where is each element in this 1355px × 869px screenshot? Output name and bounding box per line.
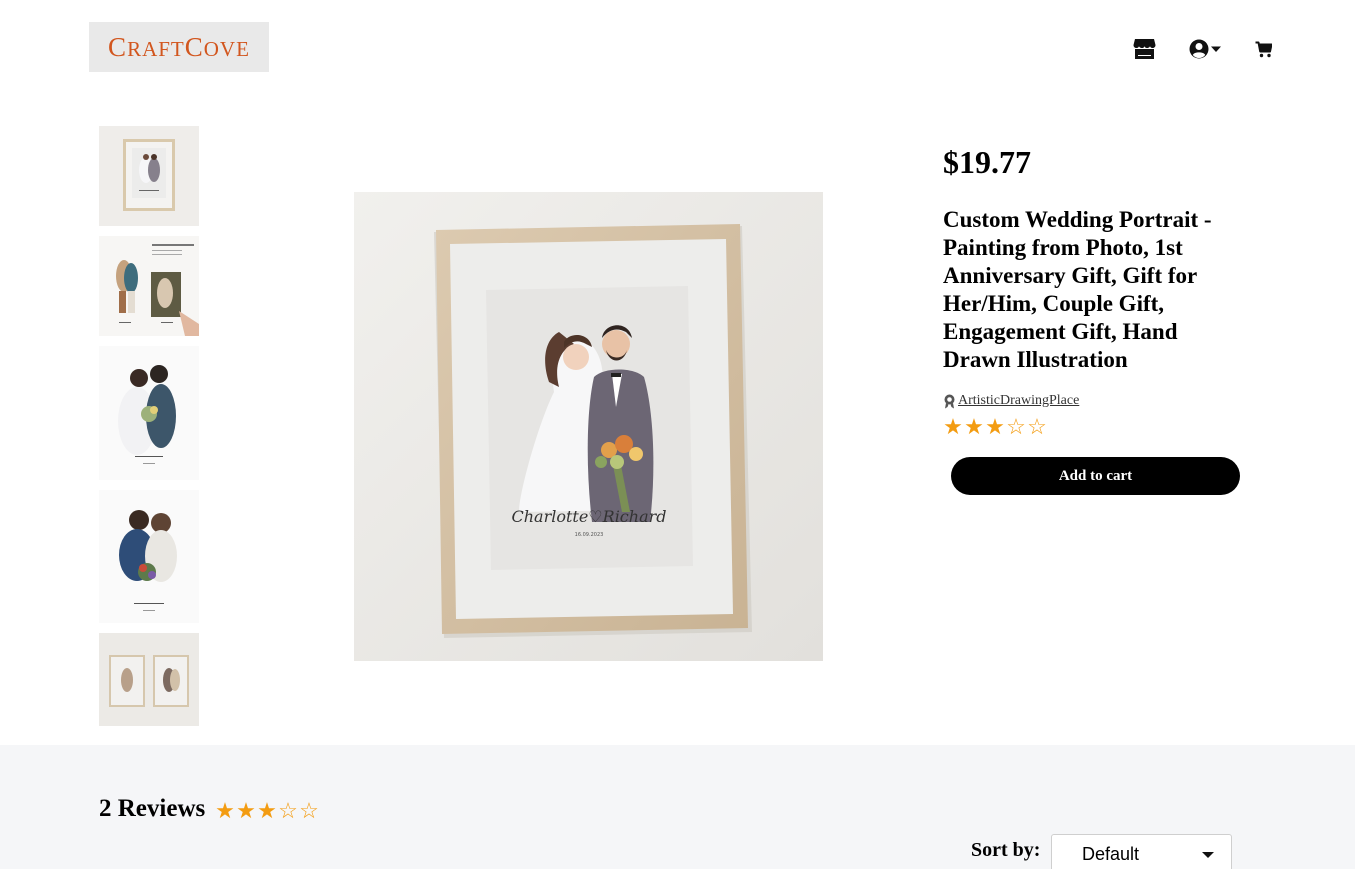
- seller-link[interactable]: ArtisticDrawingPlace: [943, 393, 1079, 409]
- product-title: Custom Wedding Portrait - Painting from …: [943, 207, 1212, 372]
- star-empty-icon: ☆: [1006, 414, 1026, 439]
- sort-select[interactable]: Default: [1051, 834, 1232, 869]
- account-menu[interactable]: [1189, 37, 1222, 61]
- site-logo[interactable]: CRAFTCOVE: [89, 22, 269, 72]
- cart-icon[interactable]: [1255, 37, 1272, 61]
- store-icon[interactable]: [1133, 37, 1156, 61]
- star-filled-icon: ★: [943, 414, 963, 439]
- star-empty-icon: ☆: [278, 798, 298, 823]
- reviews-rating: ★ ★ ★ ☆ ☆: [215, 798, 319, 824]
- star-empty-icon: ☆: [1027, 414, 1047, 439]
- star-filled-icon: ★: [257, 798, 277, 823]
- star-filled-icon: ★: [236, 798, 256, 823]
- thumbnail-two-frames[interactable]: [99, 633, 199, 726]
- seller-name: ArtisticDrawingPlace: [958, 393, 1080, 408]
- main-product-image[interactable]: Charlotte♡Richard 16.09.2023: [354, 192, 823, 661]
- star-filled-icon: ★: [985, 414, 1005, 439]
- caret-down-icon: [1202, 852, 1214, 858]
- thumbnail-couple-drawing[interactable]: [99, 346, 199, 480]
- thumbnail-couple-bouquet[interactable]: [99, 490, 199, 623]
- star-filled-icon: ★: [964, 414, 984, 439]
- caret-down-icon: [1211, 46, 1221, 52]
- artwork-names: Charlotte♡Richard: [511, 507, 666, 526]
- sort-value: Default: [1082, 843, 1140, 864]
- star-empty-icon: ☆: [299, 798, 319, 823]
- logo-text: CRAFTCOVE: [108, 31, 250, 62]
- product-rating: ★ ★ ★ ☆ ☆: [943, 414, 1047, 440]
- award-icon: [944, 394, 955, 408]
- star-filled-icon: ★: [215, 798, 235, 823]
- thumbnail-framed-portrait[interactable]: [99, 126, 199, 226]
- user-circle-icon: [1189, 39, 1209, 59]
- artwork-date: 16.09.2023: [575, 532, 604, 538]
- add-to-cart-button[interactable]: Add to cart: [951, 457, 1240, 495]
- reviews-title: 2 Reviews: [99, 795, 206, 822]
- sort-label: Sort by:: [971, 839, 1041, 861]
- product-price: $19.77: [943, 144, 1031, 180]
- thumbnail-photo-to-drawing[interactable]: [99, 236, 199, 336]
